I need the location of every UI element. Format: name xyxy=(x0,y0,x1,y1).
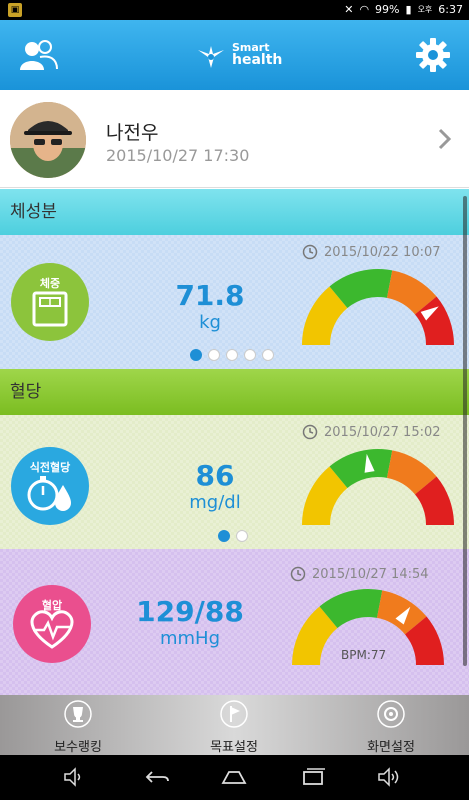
weight-value-block: 71.8 kg xyxy=(150,279,270,333)
weight-value: 71.8 xyxy=(175,279,245,312)
battery-percent: 99% xyxy=(375,3,400,16)
glucose-timestamp-row: 2015/10/27 15:02 xyxy=(302,424,441,440)
chevron-right-icon[interactable] xyxy=(437,128,453,150)
bp-badge: 혈압 xyxy=(13,585,91,663)
clock-icon xyxy=(302,244,318,260)
volume-down-icon[interactable] xyxy=(62,766,88,788)
weight-timestamp: 2015/10/22 10:07 xyxy=(324,244,441,260)
ranking-button[interactable]: 보수랭킹 xyxy=(18,699,138,755)
clock-icon xyxy=(302,424,318,440)
glucose-value-block: 86 mg/dl xyxy=(155,459,275,513)
scale-icon xyxy=(32,291,68,327)
trophy-icon xyxy=(64,700,92,728)
bp-value-block: 129/88 mmHg xyxy=(120,595,260,649)
gear-icon[interactable] xyxy=(415,37,451,73)
glucose-unit: mg/dl xyxy=(189,492,241,513)
section-header-body-composition: 체성분 xyxy=(0,189,469,235)
battery-icon: ▮ xyxy=(405,3,412,16)
page-dot[interactable] xyxy=(218,530,230,542)
recent-apps-icon[interactable] xyxy=(300,766,326,788)
app-bar: Smart health xyxy=(0,20,469,90)
page-dot[interactable] xyxy=(244,349,256,361)
glucose-card[interactable]: 식전혈당 86 mg/dl 2015/10/27 15:02 xyxy=(0,415,469,549)
screen-setting-label: 화면설정 xyxy=(367,740,415,755)
page-dot[interactable] xyxy=(262,349,274,361)
goal-setting-button[interactable]: 목표설정 xyxy=(174,699,294,755)
status-right: ✕ ◠ 99% ▮ 오후 6:37 xyxy=(344,3,463,16)
profile-timestamp: 2015/10/27 17:30 xyxy=(106,146,250,165)
bottom-nav: 보수랭킹 목표설정 화면설정 xyxy=(0,695,469,755)
goal-setting-label: 목표설정 xyxy=(210,740,258,755)
glucose-page-dots[interactable] xyxy=(218,530,248,542)
avatar xyxy=(10,102,86,178)
glucose-badge: 식전혈당 xyxy=(11,447,89,525)
logo-emblem-icon xyxy=(198,46,224,68)
flag-icon xyxy=(220,700,248,728)
bp-timestamp: 2015/10/27 14:54 xyxy=(312,566,429,582)
wifi-icon: ◠ xyxy=(359,3,370,16)
weight-page-dots[interactable] xyxy=(190,349,274,361)
heart-pulse-icon xyxy=(30,610,74,649)
weight-badge: 체중 xyxy=(11,263,89,341)
back-icon[interactable] xyxy=(144,766,170,788)
bpm-readout: BPM:77 xyxy=(341,648,387,662)
page-dot[interactable] xyxy=(190,349,202,361)
page-dot[interactable] xyxy=(208,349,220,361)
stopwatch-drop-icon xyxy=(27,476,71,511)
logo-text-health: health xyxy=(232,52,283,68)
mute-icon: ✕ xyxy=(344,3,354,16)
bp-unit: mmHg xyxy=(159,628,221,649)
profile-row[interactable]: 나전우 2015/10/27 17:30 xyxy=(0,90,469,188)
blood-pressure-card[interactable]: 혈압 129/88 mmHg 2015/10/27 14:54 BPM:77 xyxy=(0,549,469,695)
friends-icon[interactable] xyxy=(18,38,58,72)
home-icon[interactable] xyxy=(221,766,247,788)
scrollbar[interactable] xyxy=(463,196,467,666)
weight-gauge xyxy=(302,269,454,345)
glucose-gauge xyxy=(302,449,454,525)
glucose-timestamp: 2015/10/27 15:02 xyxy=(324,424,441,440)
clock-icon xyxy=(290,566,306,582)
ranking-label: 보수랭킹 xyxy=(54,740,102,755)
settings-gear-icon xyxy=(377,700,405,728)
weight-timestamp-row: 2015/10/22 10:07 xyxy=(302,244,441,260)
volume-up-icon[interactable] xyxy=(376,766,402,788)
weight-card[interactable]: 체중 71.8 kg 2015/10/22 10:07 xyxy=(0,235,469,369)
profile-name: 나전우 xyxy=(106,122,159,144)
section-header-glucose: 혈당 xyxy=(0,369,469,415)
bp-timestamp-row: 2015/10/27 14:54 xyxy=(290,566,429,582)
app-logo: Smart health xyxy=(196,40,282,72)
page-dot[interactable] xyxy=(236,530,248,542)
status-bar: ▣ ✕ ◠ 99% ▮ 오후 6:37 xyxy=(0,0,469,20)
weight-unit: kg xyxy=(199,312,221,333)
notification-icon: ▣ xyxy=(8,3,22,17)
screen-setting-button[interactable]: 화면설정 xyxy=(331,699,451,755)
glucose-value: 86 xyxy=(195,459,235,492)
ampm-label: 오후 xyxy=(417,5,433,14)
clock-time: 6:37 xyxy=(438,3,463,16)
bp-value: 129/88 xyxy=(136,595,244,628)
page-dot[interactable] xyxy=(226,349,238,361)
system-nav-bar xyxy=(0,755,469,800)
